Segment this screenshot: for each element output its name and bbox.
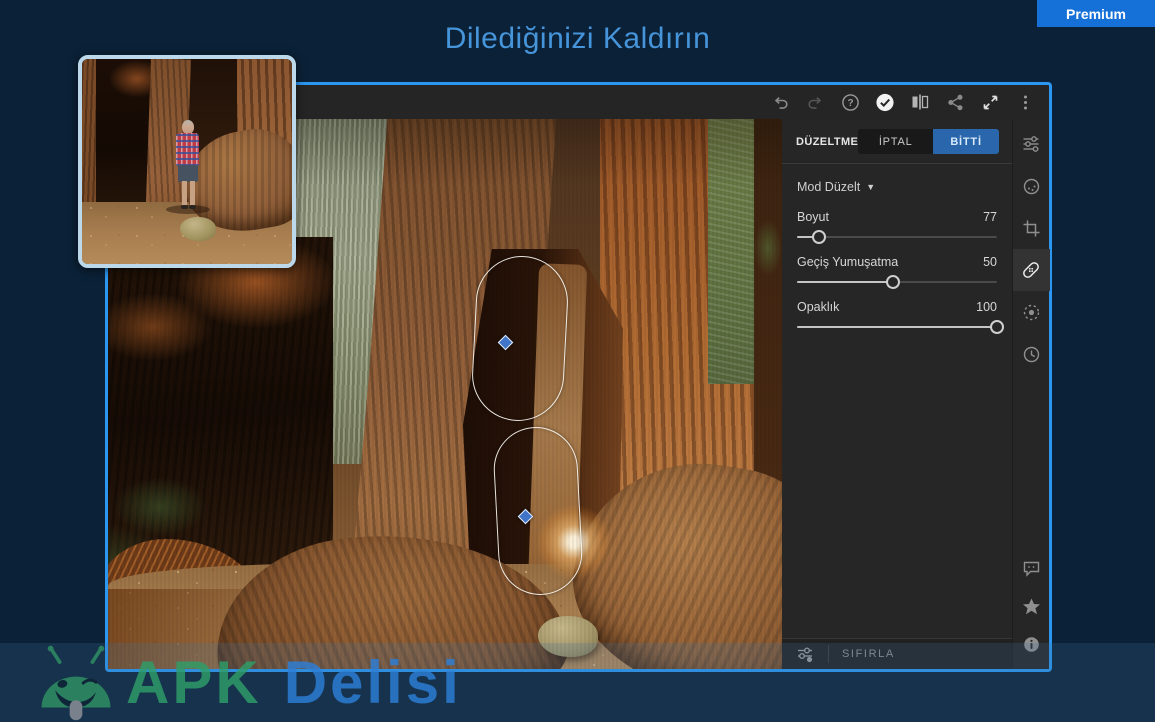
panel-header: DÜZELTME İPTAL BİTTİ — [782, 119, 1012, 163]
redo-icon[interactable] — [805, 92, 825, 112]
mode-label: Mod Düzelt — [797, 180, 860, 194]
thumb-rock — [180, 217, 216, 241]
healing-settings-panel: DÜZELTME İPTAL BİTTİ Mod Düzelt ▼ Boyut … — [782, 119, 1012, 669]
person-leg — [190, 181, 195, 206]
slider-track[interactable] — [797, 281, 997, 283]
opacity-slider-row: Opaklık 100 — [797, 300, 997, 328]
slider-value: 50 — [983, 255, 997, 269]
help-icon[interactable]: ? — [840, 92, 860, 112]
compare-before-after-icon[interactable] — [910, 92, 930, 112]
slider-label: Geçiş Yumuşatma — [797, 255, 898, 269]
done-button[interactable]: BİTTİ — [933, 129, 999, 154]
fullscreen-icon[interactable] — [980, 92, 1000, 112]
person-plaid-shirt — [176, 133, 199, 166]
panel-title: DÜZELTME — [796, 136, 858, 148]
android-mascot-icon — [30, 644, 122, 722]
comments-icon[interactable] — [1013, 549, 1050, 587]
slider-label: Boyut — [797, 210, 829, 224]
person-leg — [182, 181, 187, 206]
crop-tool-icon[interactable] — [1013, 207, 1050, 249]
svg-text:?: ? — [847, 98, 853, 109]
slider-track[interactable] — [797, 236, 997, 238]
slider-value: 77 — [983, 210, 997, 224]
premium-badge[interactable]: Premium — [1037, 0, 1155, 27]
page-title: Dilediğinizi Kaldırın — [0, 22, 1155, 56]
person-shoe — [181, 205, 188, 209]
healing-selection-lower[interactable] — [492, 425, 585, 597]
mode-dropdown[interactable]: Mod Düzelt ▼ — [797, 180, 997, 194]
slider-thumb[interactable] — [990, 320, 1004, 334]
slider-thumb[interactable] — [886, 275, 900, 289]
slider-fill — [797, 281, 893, 283]
done-check-icon[interactable] — [875, 92, 895, 112]
person-shorts — [178, 165, 198, 182]
undo-icon[interactable] — [770, 92, 790, 112]
watermark-apk: APK — [126, 648, 262, 717]
tool-strip — [1012, 119, 1049, 669]
rating-star-icon[interactable] — [1013, 587, 1050, 625]
slider-value: 100 — [976, 300, 997, 314]
slider-track[interactable] — [797, 326, 997, 328]
more-options-icon[interactable] — [1015, 92, 1035, 112]
slider-label: Opaklık — [797, 300, 839, 314]
before-thumbnail — [78, 55, 296, 268]
masking-tool-icon[interactable] — [1013, 291, 1050, 333]
feather-slider-row: Geçiş Yumuşatma 50 — [797, 255, 997, 283]
slider-fill — [797, 326, 997, 328]
color-tool-icon[interactable] — [1013, 165, 1050, 207]
cancel-button[interactable]: İPTAL — [858, 129, 933, 154]
watermark-text: APK Delisi — [126, 648, 462, 717]
healing-tool-icon[interactable] — [1013, 249, 1050, 291]
size-slider-row: Boyut 77 — [797, 210, 997, 238]
healing-selection-upper[interactable] — [470, 254, 571, 424]
thumb-person — [173, 120, 203, 212]
watermark-band: APK Delisi — [0, 643, 1155, 722]
person-shoe — [189, 205, 196, 209]
person-head — [182, 120, 194, 134]
share-icon[interactable] — [945, 92, 965, 112]
versions-tool-icon[interactable] — [1013, 333, 1050, 375]
adjustments-tool-icon[interactable] — [1013, 123, 1050, 165]
chevron-down-icon: ▼ — [866, 182, 875, 192]
watermark-delisi: Delisi — [284, 648, 462, 717]
slider-thumb[interactable] — [812, 230, 826, 244]
